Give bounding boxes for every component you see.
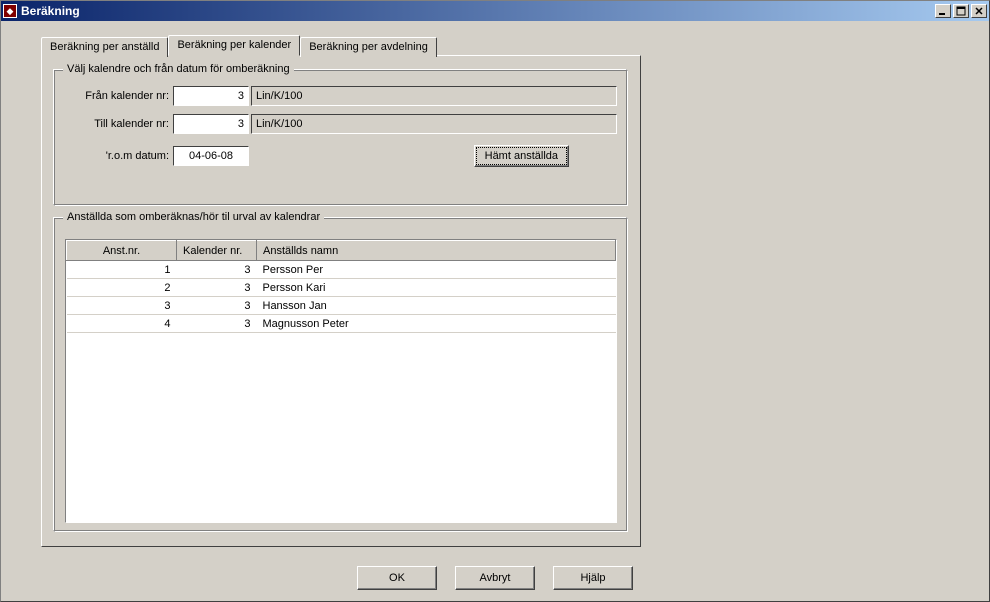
cell-kalnr: 3: [177, 315, 257, 333]
row-from-calendar: Från kalender nr: Lin/K/100: [65, 85, 617, 107]
groupbox-legend: Anställda som omberäknas/hör til urval a…: [63, 211, 324, 223]
group-employees: Anställda som omberäknas/hör til urval a…: [54, 218, 628, 532]
col-name[interactable]: Anställds namn: [257, 241, 616, 261]
fetch-employees-button[interactable]: Hämt anställda: [474, 145, 569, 167]
tab-label: Beräkning per kalender: [177, 39, 291, 51]
cell-anstnr: 2: [67, 279, 177, 297]
col-anstnr[interactable]: Anst.nr.: [67, 241, 177, 261]
cell-name: Persson Kari: [257, 279, 616, 297]
cell-kalnr: 3: [177, 261, 257, 279]
fetch-employees-label: Hämt anställda: [485, 150, 558, 162]
help-label: Hjälp: [580, 572, 605, 584]
tab-strip: Beräkning per anställd Beräkning per kal…: [41, 35, 949, 55]
table-row[interactable]: 23Persson Kari: [67, 279, 616, 297]
cancel-label: Avbryt: [480, 572, 511, 584]
col-name-label: Anställds namn: [263, 245, 338, 257]
row-to-calendar: Till kalender nr: Lin/K/100: [65, 113, 617, 135]
col-kalnr-label: Kalender nr.: [183, 245, 242, 257]
to-calendar-desc-text: Lin/K/100: [256, 118, 302, 130]
titlebar: ◆ Beräkning: [1, 1, 989, 21]
col-anstnr-label: Anst.nr.: [103, 245, 140, 257]
from-calendar-desc: Lin/K/100: [251, 86, 617, 106]
minimize-button[interactable]: [935, 4, 951, 18]
to-calendar-desc: Lin/K/100: [251, 114, 617, 134]
close-button[interactable]: [971, 4, 987, 18]
window-controls: [933, 4, 987, 18]
col-kalnr[interactable]: Kalender nr.: [177, 241, 257, 261]
tab-panel: Välj kalendre och från datum för omberäk…: [41, 55, 641, 547]
tab-label: Beräkning per avdelning: [309, 41, 428, 53]
table-row[interactable]: 43Magnusson Peter: [67, 315, 616, 333]
ok-label: OK: [389, 572, 405, 584]
cell-kalnr: 3: [177, 297, 257, 315]
cell-kalnr: 3: [177, 279, 257, 297]
ok-button[interactable]: OK: [357, 566, 437, 590]
tab-per-calendar[interactable]: Beräkning per kalender: [168, 35, 300, 56]
to-calendar-label: Till kalender nr:: [65, 118, 173, 130]
cancel-button[interactable]: Avbryt: [455, 566, 535, 590]
to-calendar-input[interactable]: [173, 114, 249, 134]
table-row[interactable]: 33Hansson Jan: [67, 297, 616, 315]
cell-name: Hansson Jan: [257, 297, 616, 315]
from-calendar-input[interactable]: [173, 86, 249, 106]
group-calendar-selection: Välj kalendre och från datum för omberäk…: [54, 70, 628, 206]
cell-name: Magnusson Peter: [257, 315, 616, 333]
client-area: Beräkning per anställd Beräkning per kal…: [1, 21, 989, 561]
tab-per-employee[interactable]: Beräkning per anställd: [41, 37, 168, 57]
row-from-date: 'r.o.m datum: Hämt anställda: [65, 145, 617, 167]
app-icon: ◆: [3, 4, 17, 18]
dialog-button-row: OK Avbryt Hjälp: [0, 566, 990, 590]
tab-label: Beräkning per anställd: [50, 41, 159, 53]
from-calendar-desc-text: Lin/K/100: [256, 90, 302, 102]
groupbox-legend: Välj kalendre och från datum för omberäk…: [63, 63, 294, 75]
tab-per-department[interactable]: Beräkning per avdelning: [300, 37, 437, 57]
main-window: ◆ Beräkning Beräkning per anställd Beräk…: [0, 0, 990, 602]
employee-table-container[interactable]: Anst.nr. Kalender nr. Anställds namn 13P…: [65, 239, 617, 523]
help-button[interactable]: Hjälp: [553, 566, 633, 590]
maximize-button[interactable]: [953, 4, 969, 18]
window-title: Beräkning: [21, 4, 933, 18]
employee-table: Anst.nr. Kalender nr. Anställds namn 13P…: [66, 240, 616, 333]
from-date-label: 'r.o.m datum:: [65, 150, 173, 162]
cell-anstnr: 1: [67, 261, 177, 279]
table-header-row: Anst.nr. Kalender nr. Anställds namn: [67, 241, 616, 261]
table-row[interactable]: 13Persson Per: [67, 261, 616, 279]
cell-anstnr: 3: [67, 297, 177, 315]
cell-anstnr: 4: [67, 315, 177, 333]
from-date-input[interactable]: [173, 146, 249, 166]
from-calendar-label: Från kalender nr:: [65, 90, 173, 102]
cell-name: Persson Per: [257, 261, 616, 279]
